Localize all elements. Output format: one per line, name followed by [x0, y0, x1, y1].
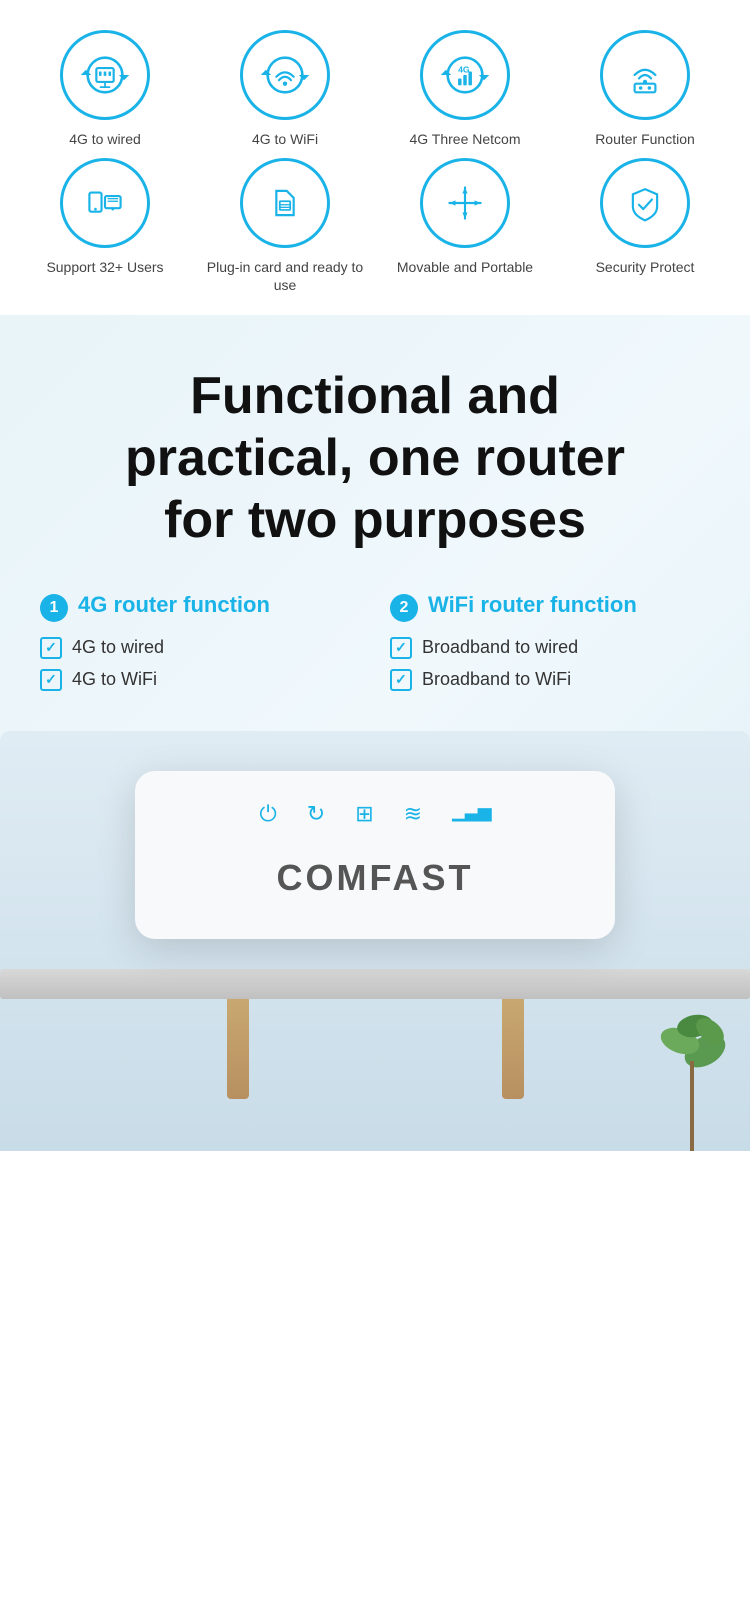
check-icon-4: [390, 669, 412, 691]
4g-wired-icon-circle: [60, 30, 150, 120]
feature-4g-wired: 4G to wired: [20, 30, 190, 148]
4g-wifi-icon-circle: [240, 30, 330, 120]
function2-title: WiFi router function: [428, 592, 637, 618]
check-icon-2: [40, 669, 62, 691]
feature-4g-wired-label: 4G to wired: [69, 130, 141, 148]
feature-grid: 4G to wired 4G to WiFi: [0, 0, 750, 315]
function-col-1: 1 4G router function 4G to wired 4G to W…: [40, 592, 360, 701]
function1-title: 4G router function: [78, 592, 270, 618]
feature-security: Security Protect: [560, 158, 730, 294]
feature-movable: Movable and Portable: [380, 158, 550, 294]
router-status-icons: ⏻ ↻ ⊞ ≋ ▁▃▅: [175, 801, 575, 827]
display-icon: ⊞: [355, 801, 373, 827]
function1-header: 1 4G router function: [40, 592, 360, 622]
feature-4g-wifi: 4G to WiFi: [200, 30, 370, 148]
feature-plugin-card-label: Plug-in card and ready to use: [200, 258, 370, 294]
feature-security-label: Security Protect: [596, 258, 695, 276]
function1-badge: 1: [40, 594, 68, 622]
feature-4g-netcom: 4G 4G Three Netcom: [380, 30, 550, 148]
wifi-status-icon: ≋: [404, 801, 422, 827]
function2-header: 2 WiFi router function: [390, 592, 710, 622]
functions-row: 1 4G router function 4G to wired 4G to W…: [40, 592, 710, 701]
table-leg-left: [227, 999, 249, 1099]
power-icon: ⏻: [259, 801, 276, 827]
blue-section: Functional and practical, one router for…: [0, 315, 750, 1151]
plant-decoration: [650, 971, 730, 1151]
movable-icon-circle: [420, 158, 510, 248]
feature-router-fn: Router Function: [560, 30, 730, 148]
router-fn-icon-circle: [600, 30, 690, 120]
plugin-card-icon-circle: [240, 158, 330, 248]
4g-netcom-icon-circle: 4G: [420, 30, 510, 120]
feature-4g-netcom-label: 4G Three Netcom: [409, 130, 520, 148]
signal-icon: ▁▃▅: [452, 801, 491, 827]
table-surface: [0, 969, 750, 999]
plant-svg: [650, 971, 730, 1151]
feature-users-label: Support 32+ Users: [46, 258, 163, 276]
function-col-2: 2 WiFi router function Broadband to wire…: [390, 592, 710, 701]
svg-text:4G: 4G: [458, 64, 470, 74]
router-display-area: ⏻ ↻ ⊞ ≋ ▁▃▅ COMFAST: [0, 731, 750, 1151]
check-icon-3: [390, 637, 412, 659]
feature-plugin-card: Plug-in card and ready to use: [200, 158, 370, 294]
feature-router-fn-label: Router Function: [595, 130, 695, 148]
function1-item2: 4G to WiFi: [40, 669, 360, 691]
refresh-icon: ↻: [307, 801, 325, 827]
table-legs: [20, 999, 730, 1099]
router-brand: COMFAST: [175, 857, 575, 899]
check-icon-1: [40, 637, 62, 659]
function2-item2: Broadband to WiFi: [390, 669, 710, 691]
main-heading: Functional and practical, one router for…: [40, 365, 710, 552]
function2-badge: 2: [390, 594, 418, 622]
feature-4g-wifi-label: 4G to WiFi: [252, 130, 318, 148]
feature-movable-label: Movable and Portable: [397, 258, 533, 276]
feature-users: Support 32+ Users: [20, 158, 190, 294]
users-icon-circle: [60, 158, 150, 248]
security-icon-circle: [600, 158, 690, 248]
function2-item1: Broadband to wired: [390, 637, 710, 659]
router-device: ⏻ ↻ ⊞ ≋ ▁▃▅ COMFAST: [135, 771, 615, 939]
function1-item1: 4G to wired: [40, 637, 360, 659]
table-leg-right: [502, 999, 524, 1099]
